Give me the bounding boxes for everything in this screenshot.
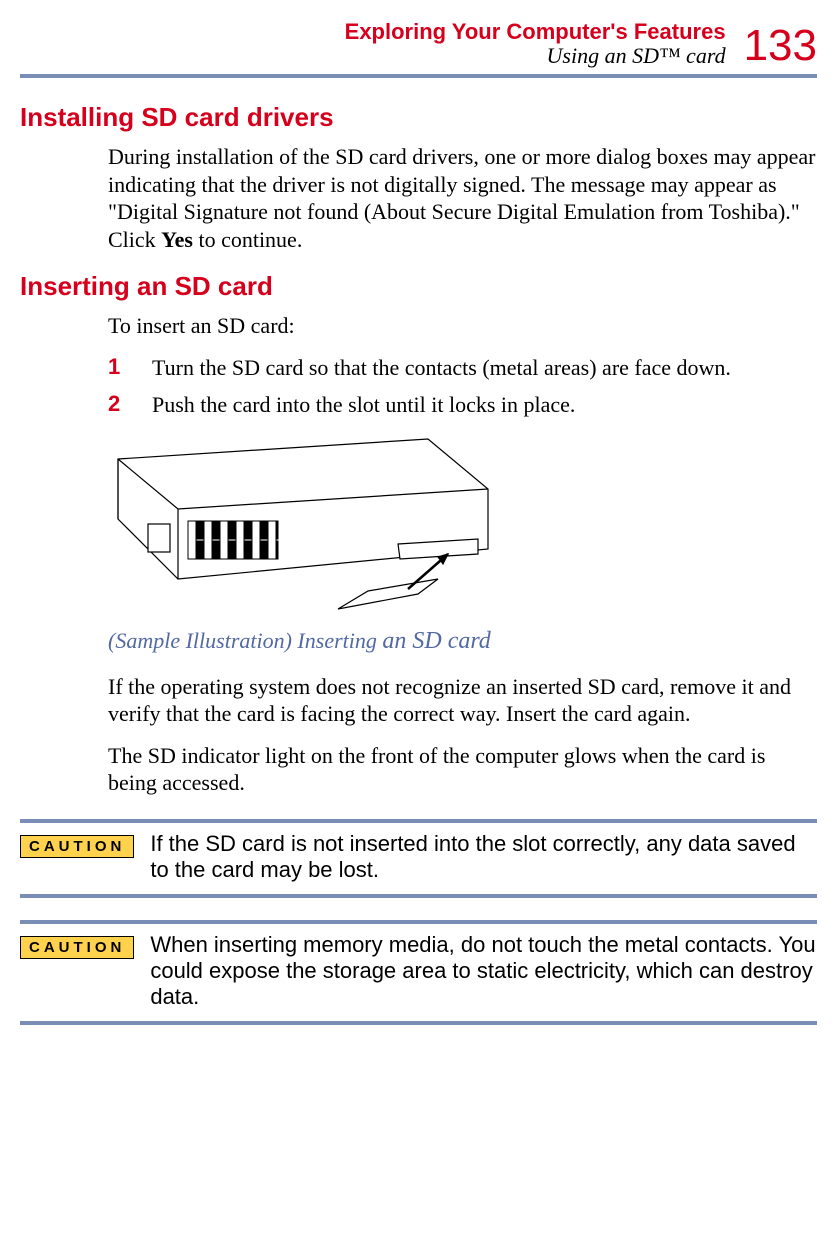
caption-suffix: an SD card <box>382 628 490 654</box>
step-number: 1 <box>108 354 152 382</box>
para-not-recognized: If the operating system does not recogni… <box>108 673 817 728</box>
caution-text: If the SD card is not inserted into the … <box>150 831 817 884</box>
caution-block: CAUTION When inserting memory media, do … <box>20 920 817 1025</box>
caution-label: CAUTION <box>20 936 134 959</box>
header-titles: Exploring Your Computer's Features Using… <box>345 20 726 68</box>
caution-text: When inserting memory media, do not touc… <box>150 932 817 1011</box>
text-fragment: to continue. <box>193 227 302 252</box>
heading-installing-drivers: Installing SD card drivers <box>20 102 817 133</box>
page-header: Exploring Your Computer's Features Using… <box>20 20 817 78</box>
chapter-title: Exploring Your Computer's Features <box>345 20 726 44</box>
caution-label: CAUTION <box>20 835 134 858</box>
para-indicator-light: The SD indicator light on the front of t… <box>108 742 817 797</box>
caution-block: CAUTION If the SD card is not inserted i… <box>20 819 817 898</box>
step-text: Push the card into the slot until it loc… <box>152 391 575 419</box>
step-list: 1 Turn the SD card so that the contacts … <box>108 354 817 419</box>
illustration-caption: (Sample Illustration) Inserting an SD ca… <box>108 628 817 655</box>
para-insert-intro: To insert an SD card: <box>108 312 817 340</box>
section-subtitle: Using an SD™ card <box>345 44 726 68</box>
para-installing-drivers: During installation of the SD card drive… <box>108 143 817 253</box>
page: Exploring Your Computer's Features Using… <box>0 0 837 1087</box>
list-item: 2 Push the card into the slot until it l… <box>108 391 817 419</box>
illustration-wrap <box>108 429 817 624</box>
bold-yes: Yes <box>161 227 193 252</box>
step-number: 2 <box>108 391 152 419</box>
heading-inserting-sd: Inserting an SD card <box>20 271 817 302</box>
list-item: 1 Turn the SD card so that the contacts … <box>108 354 817 382</box>
caption-prefix: (Sample Illustration) Inserting <box>108 628 382 653</box>
sd-card-illustration <box>108 429 498 619</box>
step-text: Turn the SD card so that the contacts (m… <box>152 354 731 382</box>
page-number: 133 <box>744 24 817 68</box>
